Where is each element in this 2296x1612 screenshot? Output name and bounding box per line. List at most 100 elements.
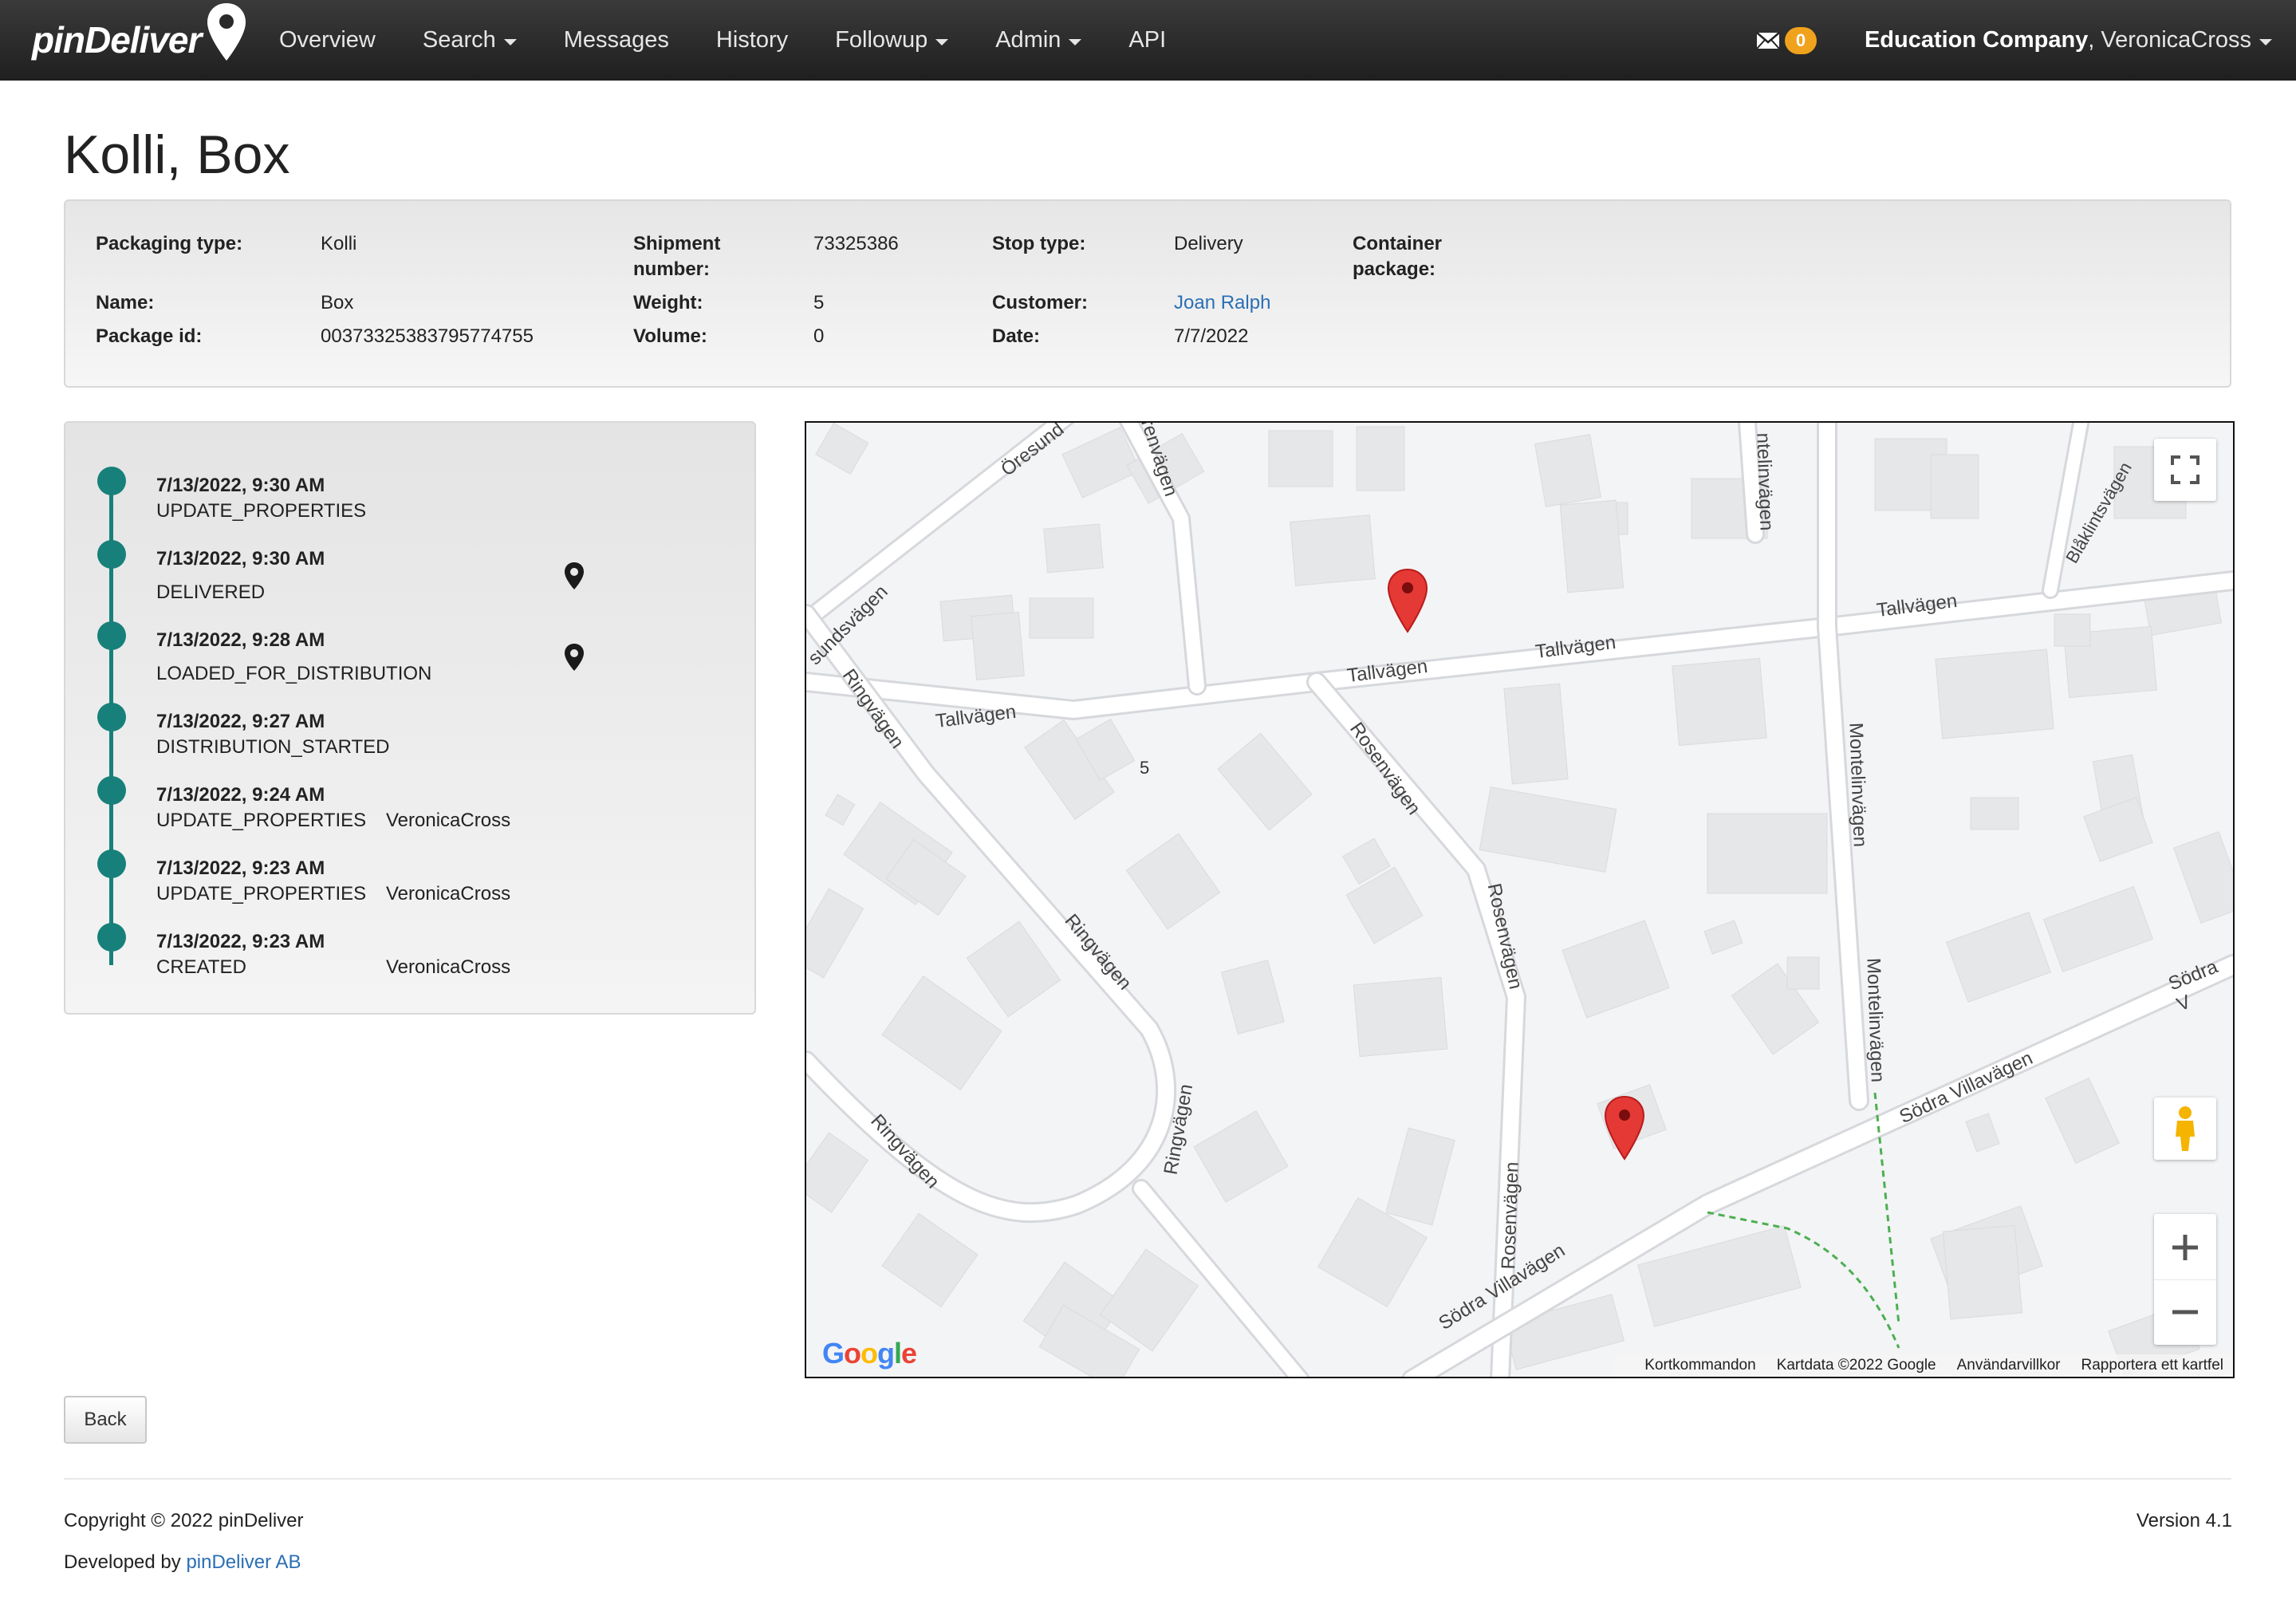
map-view[interactable]: Tallvägen Tallvägen Tallvägen Tallvägen …	[805, 421, 2235, 1378]
event-user: VeronicaCross	[386, 883, 511, 905]
zoom-in-button[interactable]	[2154, 1216, 2216, 1280]
brand-name: pinDeliver	[32, 19, 202, 61]
chevron-down-icon	[1069, 38, 1082, 45]
shipment-number-label: Shipment number:	[633, 233, 721, 280]
street-label-montelinvagen-2: Montelinvägen	[1862, 957, 1888, 1083]
package-id-label: Package id:	[96, 325, 203, 347]
volume-value: 0	[813, 325, 825, 347]
developed-by: Developed by pinDeliver AB	[64, 1551, 301, 1574]
street-label-montelinvagen-1: Montelinvägen	[1845, 722, 1871, 848]
map-data-text: Kartdata ©2022 Google	[1776, 1357, 1936, 1374]
customer-label: Customer:	[992, 292, 1089, 313]
event-time: 7/13/2022, 9:24 AM	[156, 784, 325, 806]
event-type: CREATED	[156, 956, 246, 978]
user-menu[interactable]: Education Company, VeronicaCross	[1865, 27, 2272, 53]
chevron-down-icon	[935, 38, 949, 45]
event-time: 7/13/2022, 9:30 AM	[156, 475, 325, 496]
nav-item-overview[interactable]: Overview	[279, 27, 376, 53]
event-type: DELIVERED	[156, 581, 266, 603]
zoom-out-button[interactable]	[2154, 1280, 2216, 1344]
shipment-number-value: 73325386	[813, 233, 899, 254]
chevron-down-icon	[2259, 38, 2272, 45]
event-time: 7/13/2022, 9:23 AM	[156, 931, 325, 952]
event-type: DISTRIBUTION_STARTED	[156, 736, 390, 758]
package-info-panel: Packaging type: Kolli Name: Box Package …	[64, 199, 2231, 388]
event-user: VeronicaCross	[386, 956, 511, 978]
delivery-marker-2[interactable]	[1604, 1095, 1645, 1161]
envelope-icon	[1756, 31, 1780, 49]
google-logo[interactable]: Google	[822, 1337, 917, 1370]
terms-link[interactable]: Användarvillkor	[1957, 1357, 2061, 1374]
container-package-label: Container package:	[1353, 233, 1443, 280]
developed-by-label: Developed by	[64, 1551, 187, 1573]
weight-value: 5	[813, 292, 825, 313]
package-id-value: 00373325383795774755	[321, 325, 534, 347]
event-type: UPDATE_PROPERTIES	[156, 500, 367, 522]
timeline-dot	[97, 621, 126, 650]
zoom-controls	[2154, 1214, 2216, 1345]
name-value: Box	[321, 292, 354, 313]
map-attribution: Kortkommandon Kartdata ©2022 Google Anvä…	[1614, 1354, 2233, 1377]
timeline-dot	[97, 540, 126, 569]
event-time: 7/13/2022, 9:23 AM	[156, 857, 325, 879]
nav-item-label: Search	[422, 27, 496, 53]
event-type: UPDATE_PROPERTIES	[156, 883, 367, 905]
event-time: 7/13/2022, 9:27 AM	[156, 711, 325, 732]
page-title: Kolli, Box	[64, 124, 290, 185]
nav-item-search[interactable]: Search	[423, 27, 517, 53]
report-error-link[interactable]: Rapportera ett kartfel	[2081, 1357, 2223, 1374]
nav-item-label: History	[715, 27, 789, 53]
brand-logo[interactable]: pinDeliver	[32, 3, 249, 72]
user-name: , VeronicaCross	[2088, 27, 2251, 53]
nav-item-label: Followup	[835, 27, 928, 53]
street-view-button[interactable]	[2154, 1098, 2216, 1160]
nav-item-label: Overview	[279, 27, 376, 53]
back-button[interactable]: Back	[64, 1396, 147, 1444]
map-pin-logo-icon	[207, 3, 246, 61]
timeline-event: 7/13/2022, 9:30 AM DELIVERED	[65, 540, 751, 604]
delivery-marker-1[interactable]	[1387, 568, 1428, 633]
nav-item-admin[interactable]: Admin	[995, 27, 1082, 53]
nav-item-label: Admin	[995, 27, 1061, 53]
stop-type-value: Delivery	[1174, 233, 1243, 254]
event-type: UPDATE_PROPERTIES	[156, 810, 367, 831]
stop-type-label: Stop type:	[992, 233, 1086, 254]
timeline-event: 7/13/2022, 9:23 AM CREATED VeronicaCross	[65, 923, 751, 987]
timeline-dot	[97, 467, 126, 495]
packaging-type-value: Kolli	[321, 233, 357, 254]
weight-label: Weight:	[633, 292, 703, 313]
footer-divider	[64, 1478, 2231, 1480]
copyright-text: Copyright © 2022 pinDeliver	[64, 1510, 304, 1531]
main-nav: Overview Search Messages History Followup Adm…	[279, 0, 1213, 81]
packaging-type-label: Packaging type:	[96, 233, 243, 254]
timeline-dot	[97, 703, 126, 731]
nav-item-label: Messages	[563, 27, 669, 53]
map-pin-icon[interactable]	[563, 561, 585, 591]
timeline-dot	[97, 776, 126, 805]
nav-item-history[interactable]: History	[716, 27, 788, 53]
pegman-icon	[2176, 1106, 2195, 1151]
street-label-rosenvagen-3: Rosenvägen	[1498, 1161, 1523, 1270]
message-count-badge: 0	[1784, 26, 1817, 54]
map-pin-icon[interactable]	[563, 642, 585, 672]
nav-item-followup[interactable]: Followup	[835, 27, 949, 53]
developer-link[interactable]: pinDeliver AB	[186, 1551, 301, 1573]
version-text: Version 4.1	[2136, 1510, 2232, 1531]
company-name: Education Company	[1864, 27, 2089, 53]
fullscreen-icon	[2171, 455, 2200, 484]
event-timeline: 7/13/2022, 9:30 AM UPDATE_PROPERTIES 7/13/…	[64, 421, 756, 1015]
timeline-event: 7/13/2022, 9:30 AM UPDATE_PROPERTIES	[65, 467, 751, 530]
keyboard-shortcuts-link[interactable]: Kortkommandon	[1644, 1357, 1755, 1374]
messages-indicator[interactable]: 0	[1756, 26, 1817, 54]
nav-item-messages[interactable]: Messages	[564, 27, 669, 53]
timeline-event: 7/13/2022, 9:24 AM UPDATE_PROPERTIES Veron…	[65, 776, 751, 840]
timeline-event: 7/13/2022, 9:27 AM DISTRIBUTION_STARTED	[65, 703, 751, 767]
customer-link[interactable]: Joan Ralph	[1174, 290, 1270, 316]
fullscreen-button[interactable]	[2154, 439, 2216, 501]
date-label: Date:	[992, 325, 1041, 347]
event-type: LOADED_FOR_DISTRIBUTION	[156, 663, 432, 684]
street-label-ntelinvagen: ntelinvägen	[1752, 432, 1778, 531]
timeline-event: 7/13/2022, 9:28 AM LOADED_FOR_DISTRIBUTIO…	[65, 621, 751, 685]
nav-item-api[interactable]: API	[1128, 27, 1166, 53]
timeline-event: 7/13/2022, 9:23 AM UPDATE_PROPERTIES Veron…	[65, 849, 751, 913]
